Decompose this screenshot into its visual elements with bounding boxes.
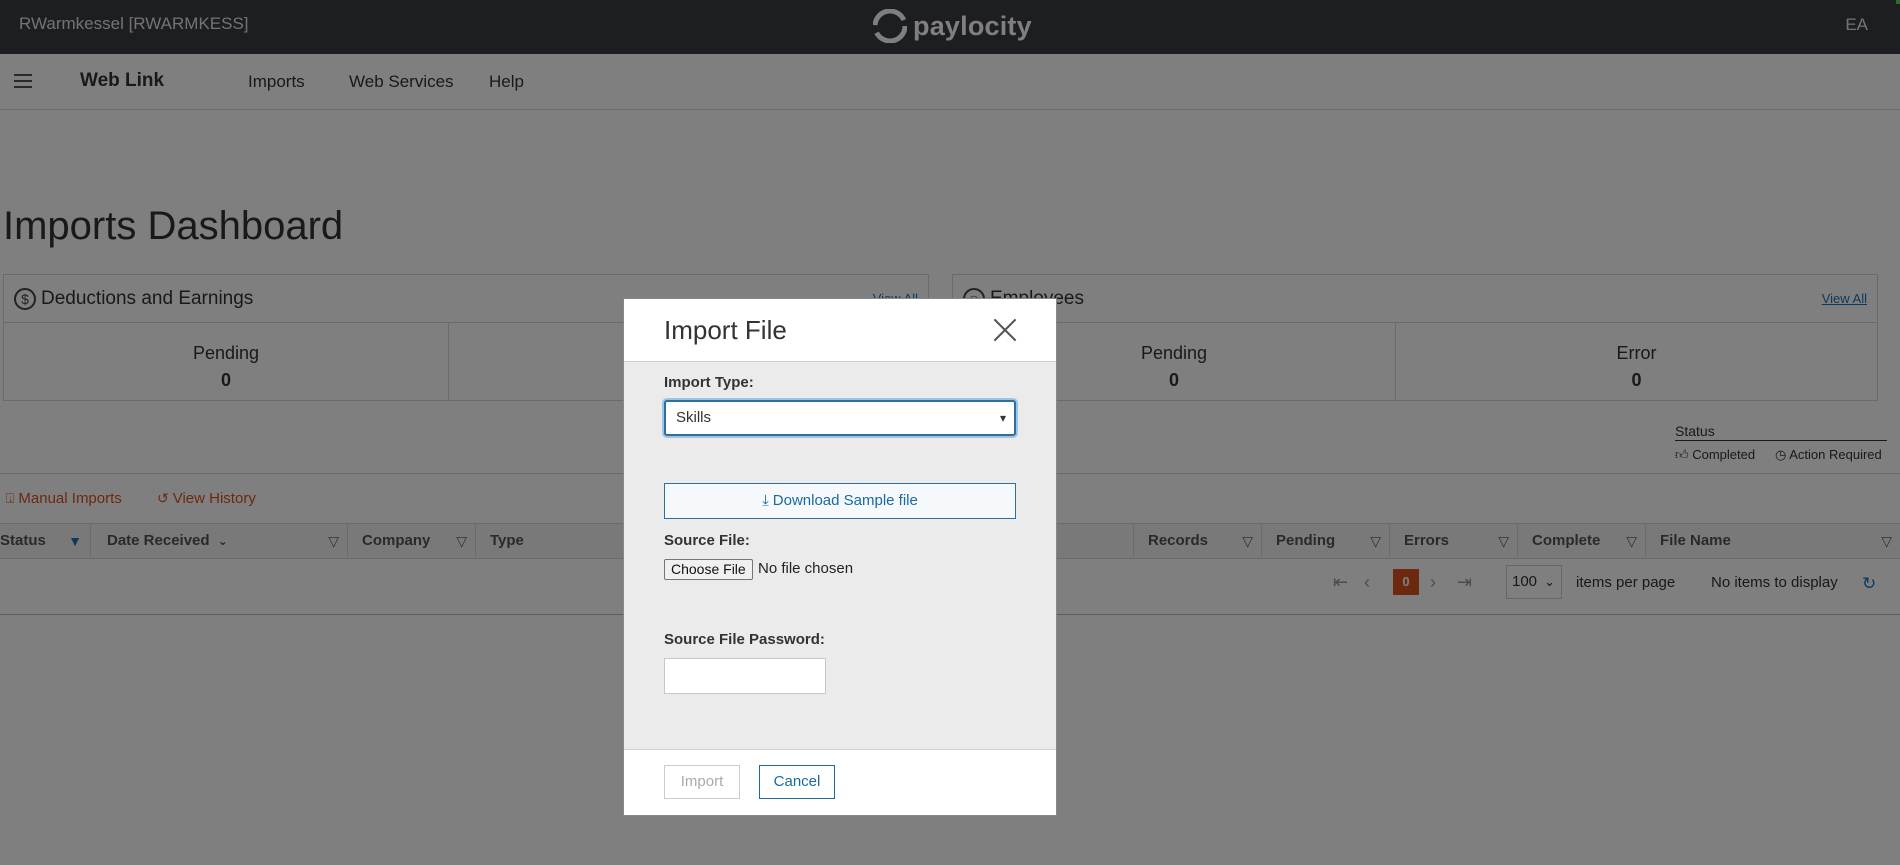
close-icon[interactable] xyxy=(994,319,1016,341)
import-type-select[interactable]: Skills ▾ xyxy=(664,400,1016,436)
chevron-down-icon: ▾ xyxy=(999,411,1006,425)
password-input[interactable] xyxy=(664,658,826,694)
import-type-value: Skills xyxy=(676,409,712,426)
choose-file-button[interactable]: Choose File xyxy=(664,559,753,580)
download-icon: ⤓ xyxy=(762,492,769,509)
no-file-text: No file chosen xyxy=(758,560,854,577)
password-label: Source File Password: xyxy=(664,631,825,648)
import-file-dialog: Import File Import Type: Skills ▾ ⤓ Downl… xyxy=(623,298,1057,816)
download-sample-button[interactable]: ⤓ Download Sample file xyxy=(664,483,1016,519)
download-label: Download Sample file xyxy=(772,492,918,509)
dialog-footer: Import Cancel xyxy=(624,749,1056,815)
dialog-header: Import File xyxy=(624,299,1056,362)
import-button[interactable]: Import xyxy=(664,765,740,799)
import-type-label: Import Type: xyxy=(664,374,754,391)
cancel-button[interactable]: Cancel xyxy=(759,765,835,799)
dialog-title: Import File xyxy=(664,315,787,345)
source-file-label: Source File: xyxy=(664,532,750,549)
